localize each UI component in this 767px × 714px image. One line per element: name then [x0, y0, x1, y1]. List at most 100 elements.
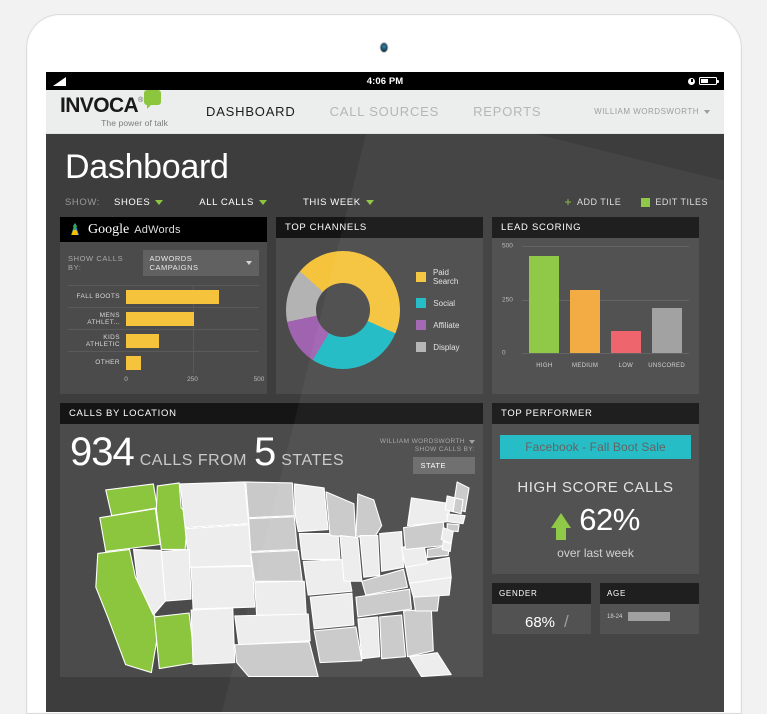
lead-scoring-x-tick: LOW	[618, 363, 634, 369]
age-header: AGE	[600, 583, 699, 604]
legend-item[interactable]: Affiliate	[416, 320, 475, 330]
legend-item[interactable]: Social	[416, 298, 475, 308]
top-performer-header: TOP PERFORMER	[492, 403, 699, 424]
adwords-bar-track	[126, 352, 259, 373]
location-dimension-select[interactable]: STATE	[413, 457, 475, 474]
top-performer-campaign[interactable]: Facebook - Fall Boot Sale	[500, 435, 691, 459]
add-tile-label: ADD TILE	[576, 197, 622, 207]
tile-gender[interactable]: GENDER 68% /	[492, 583, 591, 634]
edit-tiles-label: EDIT TILES	[655, 197, 708, 207]
chevron-down-icon	[469, 439, 475, 444]
state-NE	[250, 549, 303, 582]
mini-tiles-row: GENDER 68% / AGE 18-24	[492, 583, 699, 634]
nav-item-call-sources[interactable]: CALL SOURCES	[330, 104, 440, 119]
state-AL	[379, 614, 407, 660]
state-CO	[190, 565, 256, 610]
calls-by-location-body: 934 CALLS FROM 5 STATES WILLIAM WORDSWOR…	[60, 424, 483, 677]
us-choropleth-map[interactable]	[64, 478, 479, 677]
calls-count: 934	[70, 430, 135, 474]
state-LA	[313, 626, 363, 664]
right-column: TOP PERFORMER Facebook - Fall Boot Sale …	[492, 403, 699, 677]
tile-top-performer[interactable]: TOP PERFORMER Facebook - Fall Boot Sale …	[492, 403, 699, 574]
invoca-logo[interactable]: INVOCA ® The power of talk	[60, 90, 184, 128]
adwords-bar-fill	[126, 356, 141, 370]
filter-call-type[interactable]: ALL CALLS	[199, 197, 267, 208]
donut-ring	[286, 251, 401, 369]
lead-scoring-x-tick: UNSCORED	[648, 363, 685, 369]
filter-date-range-label: THIS WEEK	[303, 196, 361, 208]
adwords-dimension-select[interactable]: ADWORDS CAMPAIGNS	[142, 250, 259, 276]
legend-swatch	[416, 298, 427, 308]
age-body: 18-24	[600, 604, 699, 621]
tablet-screen: 4:06 PM INVOCA ® The power of talk DASHB…	[46, 72, 724, 712]
adwords-bar-track	[126, 330, 259, 351]
state-FL	[408, 652, 452, 677]
adwords-x-axis: 0 250 500	[68, 376, 264, 386]
calls-from-label: CALLS FROM	[139, 452, 247, 469]
legend-label: Social	[433, 298, 456, 308]
tile-lead-scoring[interactable]: LEAD SCORING 0 250 500 HIGH MEDIUM LOW UNSCORE…	[492, 217, 699, 394]
status-bar-right-group	[688, 77, 719, 85]
legend-label: Paid Search	[432, 268, 459, 286]
top-performer-value: 62%	[579, 502, 640, 537]
lead-scoring-bar	[651, 308, 682, 353]
adwords-bar-label: MENS ATHLET...	[87, 311, 120, 326]
top-channels-legend: Paid Search Social Affiliate Display	[416, 268, 475, 352]
lead-scoring-bar	[529, 255, 560, 353]
legend-swatch	[416, 342, 427, 352]
adwords-bar-row: MENS ATHLET...	[68, 307, 259, 329]
tile-top-channels[interactable]: TOP CHANNELS Paid Search Social Affiliate D…	[276, 217, 483, 394]
tile-grid: Google AdWords SHOW CALLS BY: ADWORDS CA…	[60, 217, 710, 677]
state-IA	[298, 533, 341, 560]
legend-swatch	[416, 320, 427, 330]
gender-percent: 68%	[525, 613, 556, 631]
page-title: Dashboard	[65, 148, 229, 186]
tile-adwords[interactable]: Google AdWords SHOW CALLS BY: ADWORDS CA…	[60, 217, 267, 394]
state-NH	[452, 497, 464, 515]
state-NM	[190, 607, 236, 666]
user-menu[interactable]: WILLIAM WORDSWORTH	[594, 107, 710, 116]
tile-age[interactable]: AGE 18-24	[600, 583, 699, 634]
chevron-down-icon	[259, 199, 267, 205]
lead-scoring-x-tick: MEDIUM	[572, 363, 599, 369]
state-MI	[355, 493, 383, 543]
adwords-wordmark: AdWords	[134, 223, 181, 236]
states-count: 5	[254, 430, 276, 474]
location-dimension-value: STATE	[420, 461, 446, 470]
state-TN	[355, 588, 413, 618]
age-bucket-label: 18-24	[607, 613, 623, 620]
nav-item-reports[interactable]: REPORTS	[473, 104, 541, 119]
gender-body: 68% /	[492, 604, 591, 634]
calls-summary-text: 934 CALLS FROM 5 STATES	[70, 432, 351, 472]
adwords-bar-track	[126, 286, 259, 307]
filter-call-type-label: ALL CALLS	[199, 196, 254, 208]
legend-item[interactable]: Paid Search	[416, 268, 475, 286]
edit-tiles-button[interactable]: EDIT TILES	[641, 197, 708, 207]
tile-calls-by-location[interactable]: CALLS BY LOCATION 934 CALLS FROM 5 STATE…	[60, 403, 483, 677]
calls-by-location-controls: WILLIAM WORDSWORTH SHOW CALLS BY: STATE	[380, 432, 475, 474]
lead-scoring-bar	[570, 289, 601, 353]
adwords-bar-label: OTHER	[95, 359, 120, 366]
legend-item[interactable]: Display	[416, 342, 475, 352]
adwords-tile-body: SHOW CALLS BY: ADWORDS CAMPAIGNS FALL BO…	[60, 242, 267, 394]
adwords-bar-fill	[126, 312, 194, 326]
add-tile-button[interactable]: + ADD TILE	[564, 196, 621, 208]
front-camera-icon	[379, 42, 389, 53]
state-TX	[234, 641, 319, 677]
nav-item-dashboard[interactable]: DASHBOARD	[206, 104, 296, 119]
logo-tagline: The power of talk	[101, 118, 168, 128]
state-MA	[446, 513, 466, 525]
state-DE	[441, 540, 452, 553]
state-MS	[357, 616, 381, 660]
state-ND	[245, 481, 295, 519]
adwords-bar-fill	[126, 290, 220, 304]
legend-label: Affiliate	[433, 320, 460, 330]
lead-scoring-columns	[524, 246, 687, 353]
lead-scoring-bar-chart: 0 250 500 HIGH MEDIUM LOW UNSCORED	[500, 243, 691, 371]
legend-swatch	[416, 272, 426, 282]
logo-wordmark-row: INVOCA ®	[60, 90, 184, 116]
filter-date-range[interactable]: THIS WEEK	[303, 197, 374, 208]
chevron-down-icon	[704, 109, 710, 114]
location-user-menu[interactable]: WILLIAM WORDSWORTH	[380, 438, 475, 445]
filter-product[interactable]: SHOES	[114, 197, 164, 208]
